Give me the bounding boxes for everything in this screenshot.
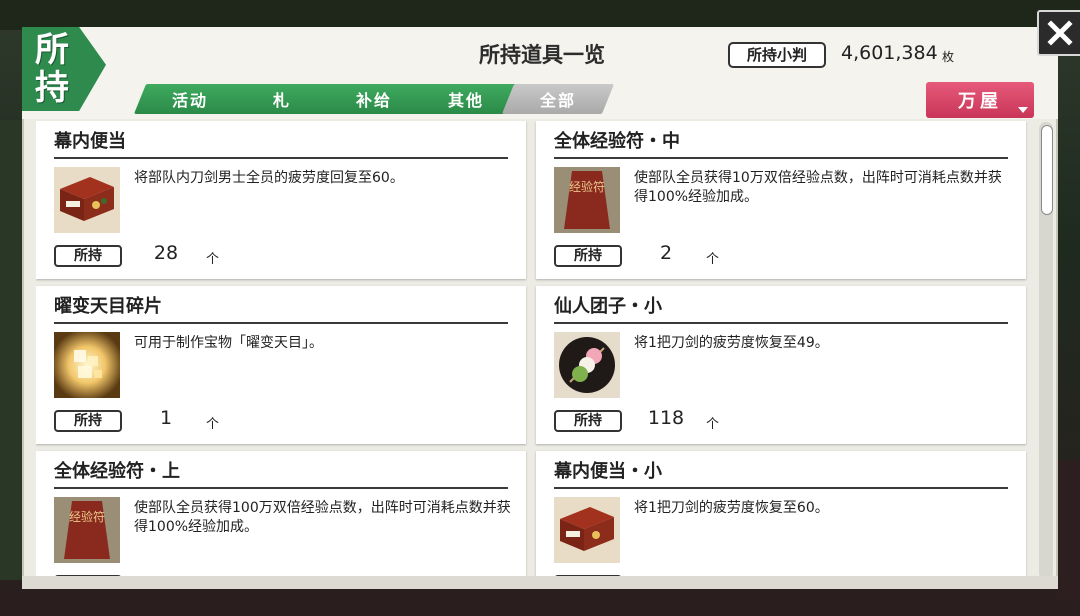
item-grid: 幕内便当 将部队内刀剑男士全员的疲劳度回复至60。 所持 28 个 全体经验符・…	[36, 121, 1028, 581]
glowing-fragment-icon	[54, 332, 120, 398]
owned-badge-text: 所持	[35, 30, 69, 108]
item-card[interactable]: 仙人团子・小 将1把刀剑的疲劳度恢复至49。 所持 118 个	[536, 286, 1026, 444]
exp-talisman-icon: 经验符	[54, 497, 120, 563]
page-title: 所持道具一览	[479, 42, 605, 67]
owned-unit: 个	[706, 417, 720, 432]
shop-button[interactable]: 万屋	[926, 82, 1034, 118]
bento-box-icon	[554, 497, 620, 563]
owned-unit: 个	[206, 252, 220, 267]
owned-count: 1	[159, 407, 173, 429]
owned-label: 所持	[554, 410, 622, 432]
item-card[interactable]: 曜变天目碎片 可用于制作宝物「曜变天目」。 所持 1 个	[36, 286, 526, 444]
item-card[interactable]: 全体经验符・中 经验符 使部队全员获得10万双倍经验点数，出阵时可消耗点数并获得…	[536, 121, 1026, 279]
item-name: 全体经验符・中	[554, 127, 1008, 159]
item-description: 使部队全员获得100万双倍经验点数，出阵时可消耗点数并获得100%经验加成。	[134, 500, 511, 535]
bento-box-icon	[54, 167, 120, 233]
tab-label: 活动	[171, 91, 208, 110]
item-description: 将1把刀剑的疲劳度恢复至49。	[634, 335, 829, 351]
dango-icon	[554, 332, 620, 398]
tab-label: 全部	[539, 91, 576, 110]
tab-label: 其他	[447, 91, 484, 110]
owned-label: 所持	[554, 245, 622, 267]
koban-unit: 枚	[942, 50, 955, 64]
item-name: 全体经验符・上	[54, 457, 508, 489]
item-name: 曜变天目碎片	[54, 292, 508, 324]
exp-talisman-icon: 经验符	[554, 167, 620, 233]
owned-count: 118	[647, 407, 685, 429]
koban-label: 所持小判	[728, 42, 826, 68]
dropdown-arrow-icon	[1018, 107, 1028, 113]
background-right-strip	[1056, 460, 1080, 600]
item-name: 幕内便当・小	[554, 457, 1008, 489]
item-description: 将部队内刀剑男士全员的疲劳度回复至60。	[134, 170, 404, 186]
item-description: 将1把刀剑的疲劳度恢复至60。	[634, 500, 829, 516]
owned-unit: 个	[206, 417, 220, 432]
shop-button-label: 万屋	[958, 91, 1002, 112]
item-name: 幕内便当	[54, 127, 508, 159]
tab-label: 补给	[355, 91, 392, 110]
tab-label: 札	[272, 91, 291, 110]
tab-all[interactable]: 全部	[501, 84, 615, 114]
talisman-glyphs: 经验符	[69, 509, 105, 524]
item-card[interactable]: 幕内便当・小 将1把刀剑的疲劳度恢复至60。 所持	[536, 451, 1026, 581]
item-name: 仙人团子・小	[554, 292, 1008, 324]
close-icon	[1047, 20, 1073, 46]
item-description: 使部队全员获得10万双倍经验点数，出阵时可消耗点数并获得100%经验加成。	[634, 170, 1002, 205]
panel-bottom-bar	[22, 576, 1058, 589]
scrollbar-thumb[interactable]	[1041, 125, 1053, 215]
inventory-panel: 所持 所持道具一览 所持小判 4,601,384 枚 活动 札 补给 其他 全部…	[22, 27, 1058, 589]
owned-label: 所持	[54, 410, 122, 432]
close-button[interactable]	[1037, 10, 1080, 56]
talisman-glyphs: 经验符	[569, 179, 605, 194]
item-card[interactable]: 幕内便当 将部队内刀剑男士全员的疲劳度回复至60。 所持 28 个	[36, 121, 526, 279]
owned-label: 所持	[54, 245, 122, 267]
item-card[interactable]: 全体经验符・上 经验符 使部队全员获得100万双倍经验点数，出阵时可消耗点数并获…	[36, 451, 526, 581]
background-hud-bar	[0, 0, 1080, 30]
item-description: 可用于制作宝物「曜变天目」。	[134, 335, 323, 351]
background-left-strip	[0, 120, 22, 580]
owned-unit: 个	[706, 252, 720, 267]
owned-count: 2	[659, 242, 673, 264]
owned-count: 28	[153, 242, 179, 264]
koban-amount: 4,601,384	[841, 42, 938, 64]
